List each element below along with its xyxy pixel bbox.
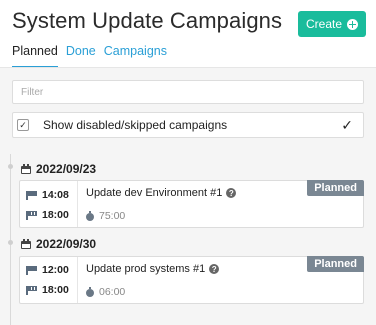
- tab-bar: Planned Done Campaigns: [12, 44, 167, 68]
- status-badge: Planned: [307, 180, 364, 196]
- campaign-title-text: Update dev Environment #1: [86, 187, 223, 199]
- timeline-dot: [8, 240, 13, 245]
- checkered-flag-icon: [26, 210, 37, 220]
- end-time-value: 18:00: [42, 209, 69, 221]
- date-heading: 2022/09/30: [21, 237, 96, 251]
- campaign-title: Update dev Environment #1 ?: [86, 187, 237, 199]
- calendar-icon: [21, 164, 31, 174]
- campaign-title-text: Update prod systems #1: [86, 263, 206, 275]
- show-disabled-toggle[interactable]: ✓ Show disabled/skipped campaigns ✓: [12, 112, 364, 138]
- page-header: System Update Campaigns Create Planned D…: [0, 0, 376, 70]
- campaign-card[interactable]: 12:00 18:00 Update prod systems #1 ? 06:…: [19, 256, 364, 304]
- date-label: 2022/09/30: [36, 237, 97, 251]
- start-time: 12:00: [26, 264, 69, 276]
- date-heading: 2022/09/23: [21, 162, 96, 176]
- checkbox-icon[interactable]: ✓: [17, 119, 29, 131]
- end-time-value: 18:00: [42, 284, 69, 296]
- campaign-card[interactable]: 14:08 18:00 Update dev Environment #1 ? …: [19, 180, 364, 228]
- create-button-label: Create: [305, 17, 343, 31]
- tab-done[interactable]: Done: [66, 44, 96, 68]
- time-column: 14:08 18:00: [20, 181, 78, 227]
- campaign-title: Update prod systems #1 ?: [86, 263, 220, 275]
- end-time: 18:00: [26, 209, 69, 221]
- flag-icon: [26, 190, 37, 200]
- main-content: ✓ Show disabled/skipped campaigns ✓ 2022…: [0, 68, 376, 325]
- help-icon[interactable]: ?: [226, 188, 237, 198]
- duration-value: 06:00: [99, 286, 126, 298]
- campaign-duration: 06:00: [86, 286, 125, 298]
- timeline-dot: [8, 164, 13, 169]
- tab-campaigns[interactable]: Campaigns: [104, 44, 167, 68]
- checkered-flag-icon: [26, 285, 37, 295]
- filter-field[interactable]: [12, 80, 364, 104]
- end-time: 18:00: [26, 284, 69, 296]
- stopwatch-icon: [86, 211, 94, 221]
- start-time-value: 14:08: [42, 189, 69, 201]
- status-badge: Planned: [307, 256, 364, 272]
- duration-value: 75:00: [99, 210, 126, 222]
- page-title: System Update Campaigns: [12, 8, 283, 33]
- plus-circle-icon: [347, 18, 359, 30]
- flag-icon: [26, 265, 37, 275]
- help-icon[interactable]: ?: [209, 264, 220, 274]
- tab-planned[interactable]: Planned: [12, 44, 58, 68]
- filter-input[interactable]: [21, 87, 355, 98]
- start-time-value: 12:00: [42, 264, 69, 276]
- stopwatch-icon: [86, 287, 94, 297]
- create-button[interactable]: Create: [298, 11, 366, 37]
- checkmark-icon: ✓: [341, 117, 353, 133]
- campaign-duration: 75:00: [86, 210, 125, 222]
- start-time: 14:08: [26, 189, 69, 201]
- date-label: 2022/09/23: [36, 162, 97, 176]
- calendar-icon: [21, 239, 31, 249]
- time-column: 12:00 18:00: [20, 257, 78, 303]
- show-disabled-label: Show disabled/skipped campaigns: [43, 118, 228, 132]
